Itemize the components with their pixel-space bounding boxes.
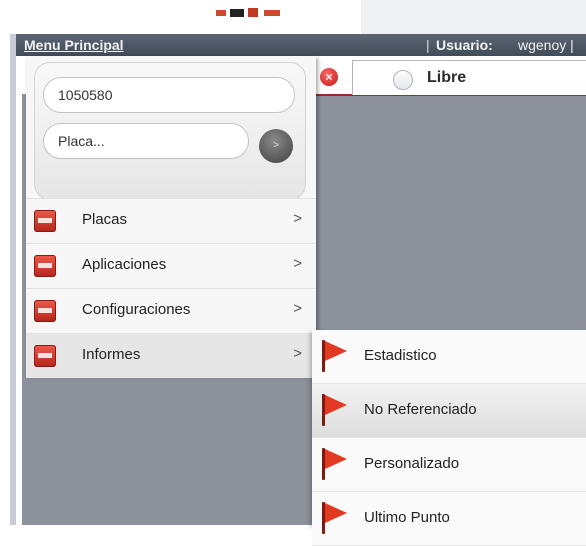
user-name: wgenoy | [518,37,574,53]
main-menu-title[interactable]: Menu Principal [24,34,124,56]
menu-item-informes[interactable]: Informes > [26,333,316,378]
id-input[interactable] [43,77,295,113]
search-box: > [34,62,306,200]
submenu-item-ultimo-punto[interactable]: Ultimo Punto [312,492,586,546]
tab-label: Libre [427,69,467,86]
red-flag-icon [320,448,350,480]
arrow-right-icon: > [273,140,279,151]
chevron-right-icon: > [293,300,302,317]
red-flag-icon [320,502,350,534]
menu-item-label: Placas [82,211,128,228]
menu-item-configuraciones[interactable]: Configuraciones > [26,288,316,333]
chevron-right-icon: > [293,255,302,272]
main-menu-bar: Menu Principal | Usuario: wgenoy | [16,34,586,56]
chevron-right-icon: > [293,345,302,362]
tab-strip: × Libre [310,58,586,96]
user-label: Usuario: [436,37,493,53]
submenu-item-no-referenciado[interactable]: No Referenciado [312,384,586,438]
reports-icon [34,345,56,367]
go-button[interactable]: > [259,129,293,163]
close-circle-icon[interactable]: × [320,68,338,86]
plates-icon [34,210,56,232]
logo-icon [216,8,280,17]
submenu-item-label: Personalizado [364,455,460,472]
menu-list: Placas > Aplicaciones > Configuraciones … [26,198,316,378]
chevron-right-icon: > [293,210,302,227]
plate-search-input[interactable] [43,123,249,159]
submenu-item-personalizado[interactable]: Personalizado [312,438,586,492]
top-banner [16,0,586,34]
menu-item-placas[interactable]: Placas > [26,198,316,243]
tab-libre[interactable]: Libre [352,60,586,95]
submenu-item-estadistico[interactable]: Estadistico [312,330,586,384]
applications-icon [34,255,56,277]
radio-circle-icon[interactable] [393,70,413,90]
menubar-separator: | [426,37,430,53]
submenu-item-label: Estadistico [364,347,437,364]
submenu-item-label: No Referenciado [364,401,477,418]
menu-item-label: Informes [82,346,141,363]
red-flag-icon [320,394,350,426]
banner-right-panel [361,0,586,34]
red-flag-icon [320,340,350,372]
reports-submenu: Estadistico No Referenciado Personalizad… [312,330,586,546]
settings-icon [34,300,56,322]
left-strip [0,0,16,525]
menu-item-aplicaciones[interactable]: Aplicaciones > [26,243,316,288]
submenu-item-label: Ultimo Punto [364,509,450,526]
main-menu-dropdown: > Placas > Aplicaciones > Configuracione… [26,56,316,378]
menu-item-label: Aplicaciones [82,256,167,273]
menu-item-label: Configuraciones [82,301,191,318]
